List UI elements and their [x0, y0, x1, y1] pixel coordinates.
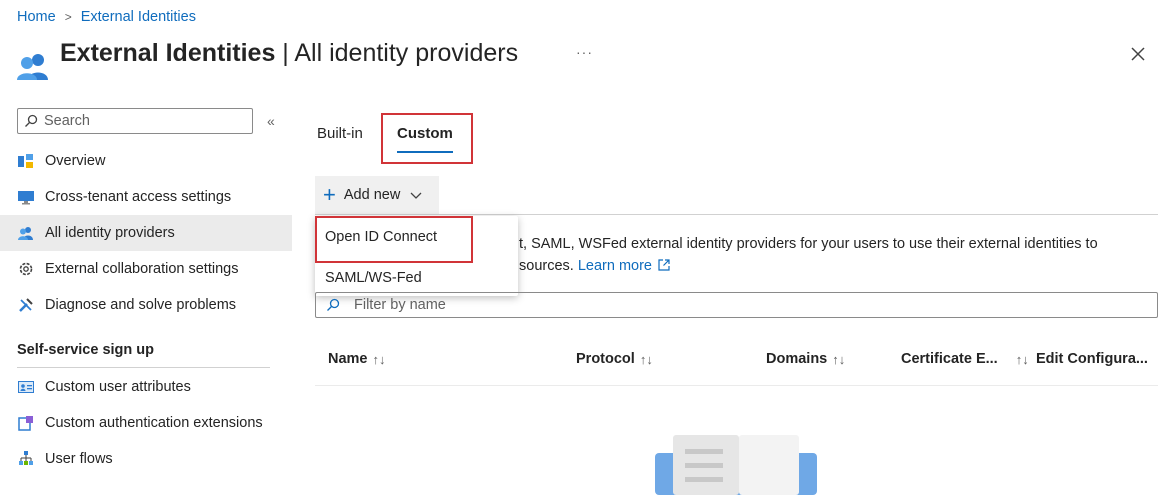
sidebar-item-all-identity-providers[interactable]: All identity providers: [0, 215, 292, 251]
column-header-label: Protocol: [576, 351, 635, 367]
collapse-sidebar-button[interactable]: «: [267, 113, 275, 129]
sidebar-item-label: Diagnose and solve problems: [45, 297, 237, 313]
sidebar-item-label: Overview: [45, 153, 106, 169]
sidebar-item-diagnose[interactable]: Diagnose and solve problems: [0, 287, 292, 323]
tab-built-in[interactable]: Built-in: [317, 125, 363, 142]
breadcrumb-home[interactable]: Home: [17, 9, 56, 25]
column-header-label: Name: [328, 351, 368, 367]
add-new-button[interactable]: + Add new: [315, 176, 439, 214]
sidebar-item-label: Custom user attributes: [45, 379, 191, 395]
sidebar-item-user-flows[interactable]: User flows: [0, 441, 292, 477]
highlight-open-id-connect: [315, 216, 473, 263]
breadcrumb: Home > External Identities: [17, 9, 196, 25]
sidebar-search-input[interactable]: [44, 113, 244, 129]
close-icon[interactable]: [1128, 44, 1148, 64]
sidebar-item-label: External collaboration settings: [45, 261, 239, 277]
sidebar-item-external-collaboration[interactable]: External collaboration settings: [0, 251, 292, 287]
sort-icon: ↑↓: [1015, 351, 1029, 367]
column-header-domains[interactable]: Domains ↑↓: [766, 351, 845, 367]
empty-state-illustration: [655, 435, 817, 495]
add-new-label: Add new: [343, 187, 401, 203]
filter-box[interactable]: [315, 292, 1158, 318]
sort-icon: ↑↓: [372, 351, 386, 367]
column-header-protocol[interactable]: Protocol ↑↓: [576, 351, 653, 367]
monitor-icon: [17, 188, 35, 206]
external-link-icon: [658, 259, 670, 271]
table-header-divider: [315, 385, 1158, 386]
more-options-button[interactable]: ···: [576, 44, 593, 60]
section-title-self-service: Self-service sign up: [17, 342, 154, 358]
search-icon: [25, 114, 38, 127]
column-header-label: Certificate E...: [901, 351, 998, 367]
section-divider: [17, 367, 270, 368]
users-icon: [17, 224, 35, 242]
sidebar-item-label: User flows: [45, 451, 113, 467]
sidebar-item-label: Cross-tenant access settings: [45, 189, 232, 205]
extension-icon: [17, 414, 35, 432]
page-title-sub: | All identity providers: [275, 39, 519, 67]
search-icon: [327, 298, 340, 311]
user-attributes-icon: [17, 378, 35, 396]
description-line-2: sources. Learn more: [519, 258, 670, 274]
sidebar-item-custom-user-attributes[interactable]: Custom user attributes: [0, 369, 292, 405]
description-line-1: t, SAML, WSFed external identity provide…: [519, 236, 1098, 252]
sort-icon: ↑↓: [832, 351, 846, 367]
column-header-label: Edit Configura...: [1036, 351, 1148, 367]
column-header-name[interactable]: Name ↑↓: [328, 351, 386, 367]
gear-icon: [17, 260, 35, 278]
highlight-custom-tab: [381, 113, 473, 164]
sidebar-item-overview[interactable]: Overview: [0, 143, 292, 179]
chevron-down-icon: [410, 192, 422, 199]
learn-more-link[interactable]: Learn more: [578, 258, 652, 274]
plus-icon: +: [323, 182, 336, 207]
sidebar-item-custom-authentication-extensions[interactable]: Custom authentication extensions: [0, 405, 292, 441]
toolbar-divider: [315, 214, 1158, 215]
users-icon: [17, 54, 48, 80]
column-header-edit-configuration[interactable]: Edit Configura...: [1036, 351, 1148, 367]
flow-icon: [17, 450, 35, 468]
column-header-label: Domains: [766, 351, 828, 367]
sidebar-item-cross-tenant[interactable]: Cross-tenant access settings: [0, 179, 292, 215]
sidebar-item-label: All identity providers: [45, 225, 175, 241]
chevron-right-icon: >: [64, 10, 72, 24]
sort-icon: ↑↓: [639, 351, 653, 367]
sidebar-item-label: Custom authentication extensions: [45, 415, 263, 431]
breadcrumb-external-identities[interactable]: External Identities: [81, 9, 196, 25]
filter-input[interactable]: [354, 297, 1134, 313]
menu-item-saml-ws-fed[interactable]: SAML/WS-Fed: [325, 270, 422, 286]
description-line-2-text: sources.: [519, 258, 578, 274]
sidebar-search[interactable]: [17, 108, 253, 134]
page-title-main: External Identities: [60, 39, 276, 67]
overview-icon: [17, 152, 35, 170]
wrench-icon: [17, 296, 35, 314]
page-title: External Identities | All identity provi…: [60, 39, 518, 68]
column-header-certificate[interactable]: Certificate E... ↑↓: [901, 351, 1029, 367]
